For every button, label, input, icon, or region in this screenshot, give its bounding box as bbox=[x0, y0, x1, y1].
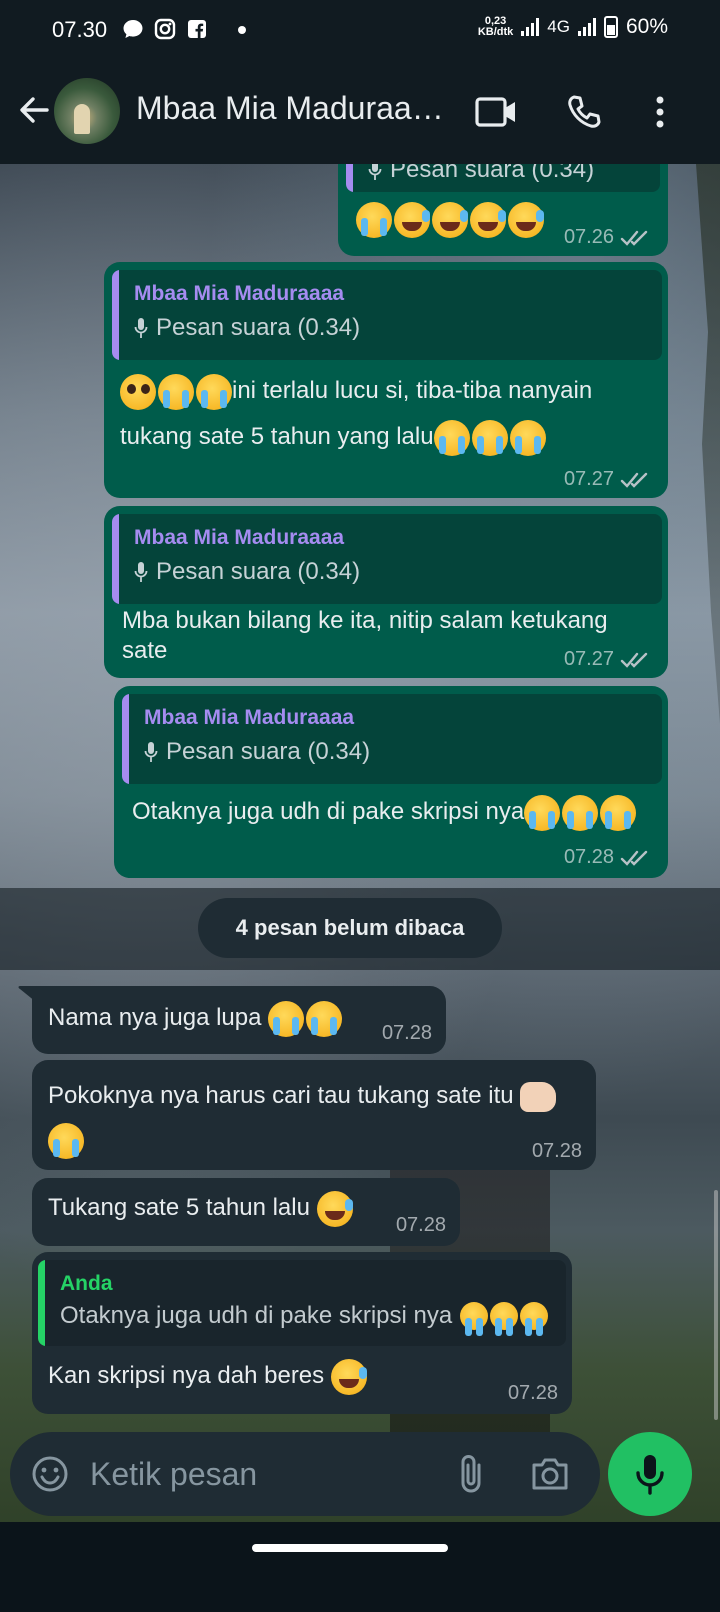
message-text: Nama nya juga lupa bbox=[48, 1000, 343, 1037]
crying-emoji-icon bbox=[600, 794, 637, 831]
message-meta: 07.26 bbox=[564, 226, 654, 249]
crying-emoji-icon bbox=[158, 373, 194, 410]
crying-emoji-icon bbox=[460, 1302, 489, 1336]
fist-bump-emoji-icon bbox=[520, 1081, 557, 1112]
message-text: Otaknya juga udh di pake skripsi nya bbox=[132, 792, 662, 832]
voice-record-button[interactable] bbox=[608, 1432, 692, 1516]
message-outgoing[interactable]: Mbaa Mia Maduraaaa Pesan suara (0.34) in… bbox=[104, 262, 668, 498]
message-outgoing[interactable]: Mbaa Mia Maduraaaa Pesan suara (0.34) Mb… bbox=[104, 506, 668, 678]
crying-emoji-icon bbox=[509, 419, 546, 456]
chat-notification-icon bbox=[122, 18, 144, 40]
message-meta: 07.27 bbox=[564, 468, 654, 491]
rofl-emoji-icon bbox=[432, 202, 468, 238]
quoted-voice-note[interactable]: Mbaa Mia Maduraaaa Pesan suara (0.34) bbox=[122, 694, 662, 784]
status-time: 07.30 bbox=[52, 17, 108, 42]
header-layer: Mbaa Mia Maduraa… bbox=[0, 60, 720, 164]
rofl-emoji-icon bbox=[394, 202, 430, 238]
message-composer[interactable]: Ketik pesan bbox=[10, 1432, 600, 1516]
read-ticks-icon bbox=[620, 230, 648, 246]
read-ticks-icon bbox=[620, 850, 648, 866]
message-incoming[interactable]: Nama nya juga lupa 07.28 bbox=[18, 986, 446, 1054]
message-text: Pokoknya nya harus cari tau tukang sate … bbox=[48, 1074, 588, 1162]
quoted-voice-note[interactable]: Mbaa Mia Maduraaaa Pesan suara (0.34) bbox=[112, 514, 662, 604]
crying-emoji-icon bbox=[562, 794, 599, 831]
message-text: ini terlalu lucu si, tiba-tiba nanyain t… bbox=[120, 368, 660, 460]
home-gesture-bar[interactable] bbox=[252, 1544, 448, 1552]
message-meta: 07.27 bbox=[564, 648, 654, 671]
emoji-row bbox=[356, 202, 544, 238]
battery-icon bbox=[603, 16, 618, 38]
emoji-icon[interactable] bbox=[28, 1452, 72, 1496]
facebook-icon bbox=[186, 18, 208, 40]
quoted-voice-note[interactable]: Mbaa Mia Maduraaaa Pesan suara (0.34) bbox=[112, 270, 662, 360]
unread-messages-banner: 4 pesan belum dibaca bbox=[198, 898, 502, 958]
crying-emoji-icon bbox=[471, 419, 508, 456]
message-time: 07.28 bbox=[381, 1022, 432, 1044]
video-call-icon[interactable] bbox=[474, 90, 518, 134]
message-time: 07.28 bbox=[395, 1214, 446, 1236]
back-arrow-icon[interactable] bbox=[14, 90, 54, 130]
message-text: Kan skripsi nya dah beres bbox=[48, 1358, 367, 1395]
contact-name[interactable]: Mbaa Mia Maduraa… bbox=[136, 90, 456, 127]
notification-dot bbox=[238, 26, 246, 34]
crying-emoji-icon bbox=[524, 794, 561, 831]
read-ticks-icon bbox=[620, 472, 648, 488]
rofl-emoji-icon bbox=[316, 1190, 353, 1227]
quoted-message[interactable]: Anda Otaknya juga udh di pake skripsi ny… bbox=[38, 1260, 566, 1346]
contact-avatar[interactable] bbox=[54, 78, 120, 144]
crying-emoji-icon bbox=[196, 373, 232, 410]
rofl-emoji-icon bbox=[508, 202, 544, 238]
network-type: 4G bbox=[547, 17, 570, 36]
message-meta: 07.28 bbox=[564, 846, 654, 869]
message-incoming[interactable]: Pokoknya nya harus cari tau tukang sate … bbox=[32, 1060, 596, 1170]
crying-emoji-icon bbox=[433, 419, 470, 456]
rofl-emoji-icon bbox=[470, 202, 506, 238]
crying-emoji-icon bbox=[268, 1000, 305, 1037]
scroll-indicator[interactable] bbox=[714, 1190, 718, 1420]
message-incoming[interactable]: Tukang sate 5 tahun lalu 07.28 bbox=[32, 1178, 460, 1246]
voice-call-icon[interactable] bbox=[562, 90, 606, 134]
mic-small-icon bbox=[144, 742, 158, 762]
bubble-tail bbox=[18, 986, 36, 1002]
network-speed: 0,23 KB/dtk bbox=[477, 15, 514, 38]
mic-small-icon bbox=[134, 562, 148, 582]
crying-emoji-icon bbox=[48, 1122, 84, 1159]
attach-icon[interactable] bbox=[450, 1452, 494, 1496]
crying-emoji-icon bbox=[520, 1302, 549, 1336]
pleading-emoji-icon bbox=[120, 373, 156, 410]
crying-emoji-icon bbox=[490, 1302, 519, 1336]
message-outgoing[interactable]: Mbaa Mia Maduraaaa Pesan suara (0.34) Ot… bbox=[114, 686, 668, 878]
message-input[interactable]: Ketik pesan bbox=[90, 1456, 257, 1493]
crying-emoji-icon bbox=[356, 202, 392, 238]
message-time: 07.28 bbox=[531, 1140, 582, 1162]
message-text: Tukang sate 5 tahun lalu bbox=[48, 1190, 353, 1227]
message-incoming[interactable]: Anda Otaknya juga udh di pake skripsi ny… bbox=[32, 1252, 572, 1414]
system-navigation-bar bbox=[0, 1522, 720, 1612]
crying-emoji-icon bbox=[306, 1000, 343, 1037]
battery-level: 60% bbox=[625, 15, 668, 38]
more-options-icon[interactable] bbox=[638, 90, 682, 134]
mic-icon bbox=[636, 1455, 664, 1495]
read-ticks-icon bbox=[620, 652, 648, 668]
message-time: 07.28 bbox=[507, 1382, 558, 1404]
rofl-emoji-icon bbox=[330, 1358, 367, 1395]
instagram-icon bbox=[154, 18, 176, 40]
signal-icon bbox=[521, 18, 540, 36]
status-bar: 07.30 0,23 KB/dtk 4G 60% bbox=[0, 0, 720, 60]
camera-icon[interactable] bbox=[528, 1452, 572, 1496]
signal-icon-2 bbox=[577, 18, 596, 36]
mic-small-icon bbox=[134, 318, 148, 338]
